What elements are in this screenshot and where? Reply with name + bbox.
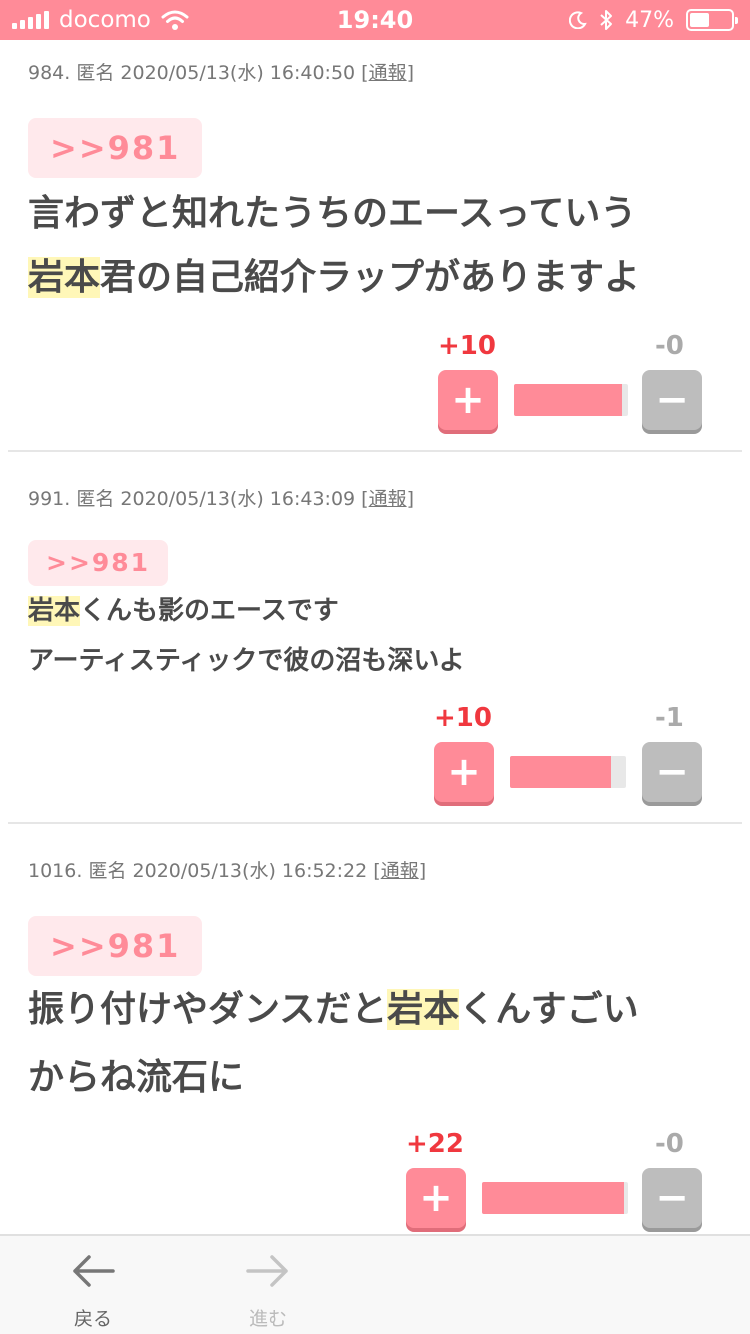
- post-author: 匿名: [76, 488, 115, 510]
- battery-percent: 47%: [625, 7, 674, 33]
- post-text: 言わずと知れたうちのエースっていう: [28, 193, 637, 234]
- post-datetime: 2020/05/13(水) 16:52:22: [132, 860, 368, 882]
- plus-vote-count: +10: [438, 331, 496, 361]
- arrow-left-icon: [73, 1255, 115, 1287]
- back-label: 戻る: [73, 1308, 112, 1330]
- post-number: 984.: [28, 62, 71, 84]
- report-link[interactable]: 通報: [381, 860, 419, 882]
- post-text: くんも影のエースです: [80, 596, 339, 626]
- battery-icon: [686, 9, 738, 31]
- post-author: 匿名: [76, 62, 115, 84]
- post-line: 岩本くんも影のエースです: [28, 586, 728, 636]
- post-number: 1016.: [28, 860, 83, 882]
- report-link[interactable]: 通報: [369, 488, 407, 510]
- post-text: 振り付けやダンスだと: [28, 989, 388, 1030]
- post-author: 匿名: [88, 860, 127, 882]
- post-line: からね流石に: [28, 1044, 728, 1112]
- post-text: 君の自己紹介ラップがありますよ: [100, 257, 641, 298]
- post-datetime: 2020/05/13(水) 16:43:09: [120, 488, 356, 510]
- post-line: 振り付けやダンスだと岩本くんすごい: [28, 976, 728, 1044]
- post-number: 991.: [28, 488, 71, 510]
- reply-anchor[interactable]: >>981: [28, 540, 169, 586]
- post-line: 岩本君の自己紹介ラップがありますよ: [28, 246, 728, 310]
- comment-post: 1016. 匿名 2020/05/13(水) 16:52:22 [通報] >>9…: [8, 824, 742, 1234]
- post-line: 言わずと知れたうちのエースっていう: [28, 182, 728, 246]
- plus-vote-button[interactable]: +: [434, 742, 494, 802]
- minus-vote-count: -0: [655, 331, 684, 361]
- minus-vote-count: -1: [655, 703, 684, 733]
- status-bar: docomo 19:40 47%: [0, 0, 750, 40]
- plus-vote-count: +22: [406, 1129, 464, 1159]
- post-text: くんすごい: [459, 989, 639, 1030]
- vote-ratio-bar: [510, 756, 626, 788]
- plus-vote-button[interactable]: +: [438, 370, 498, 430]
- post-text: からね流石に: [28, 1057, 245, 1098]
- minus-vote-button[interactable]: −: [642, 370, 702, 430]
- post-body: 岩本くんも影のエースですアーティスティックで彼の沼も深いよ: [28, 586, 728, 686]
- forward-button[interactable]: 進む: [208, 1246, 328, 1331]
- post-meta: 984. 匿名 2020/05/13(水) 16:40:50 [通報]: [28, 62, 415, 84]
- comment-post: 984. 匿名 2020/05/13(水) 16:40:50 [通報] >>98…: [8, 40, 742, 452]
- reply-anchor[interactable]: >>981: [28, 916, 203, 976]
- minus-vote-button[interactable]: −: [642, 1168, 702, 1228]
- highlighted-keyword: 岩本: [387, 989, 460, 1030]
- highlighted-keyword: 岩本: [28, 257, 101, 298]
- moon-icon: [569, 11, 587, 29]
- post-meta: 1016. 匿名 2020/05/13(水) 16:52:22 [通報]: [28, 860, 427, 882]
- post-body: 言わずと知れたうちのエースっていう 岩本君の自己紹介ラップがありますよ: [28, 182, 728, 310]
- arrow-right-icon: [246, 1255, 288, 1287]
- back-button[interactable]: 戻る: [33, 1246, 153, 1331]
- bottom-toolbar: 戻る 進む: [0, 1234, 750, 1334]
- post-datetime: 2020/05/13(水) 16:40:50: [120, 62, 356, 84]
- highlighted-keyword: 岩本: [28, 596, 81, 626]
- forward-label: 進む: [248, 1308, 287, 1330]
- comment-post: 991. 匿名 2020/05/13(水) 16:43:09 [通報] >>98…: [8, 452, 742, 824]
- post-body: 振り付けやダンスだと岩本くんすごいからね流石に: [28, 976, 728, 1112]
- vote-ratio-bar: [514, 384, 628, 416]
- minus-vote-button[interactable]: −: [642, 742, 702, 802]
- report-link[interactable]: 通報: [369, 62, 407, 84]
- minus-vote-count: -0: [655, 1129, 684, 1159]
- reply-anchor[interactable]: >>981: [28, 118, 203, 178]
- post-line: アーティスティックで彼の沼も深いよ: [28, 636, 728, 686]
- post-meta: 991. 匿名 2020/05/13(水) 16:43:09 [通報]: [28, 488, 415, 510]
- vote-ratio-bar: [482, 1182, 628, 1214]
- post-text: アーティスティックで彼の沼も深いよ: [28, 646, 465, 676]
- bluetooth-icon: [600, 10, 613, 30]
- plus-vote-count: +10: [434, 703, 492, 733]
- plus-vote-button[interactable]: +: [406, 1168, 466, 1228]
